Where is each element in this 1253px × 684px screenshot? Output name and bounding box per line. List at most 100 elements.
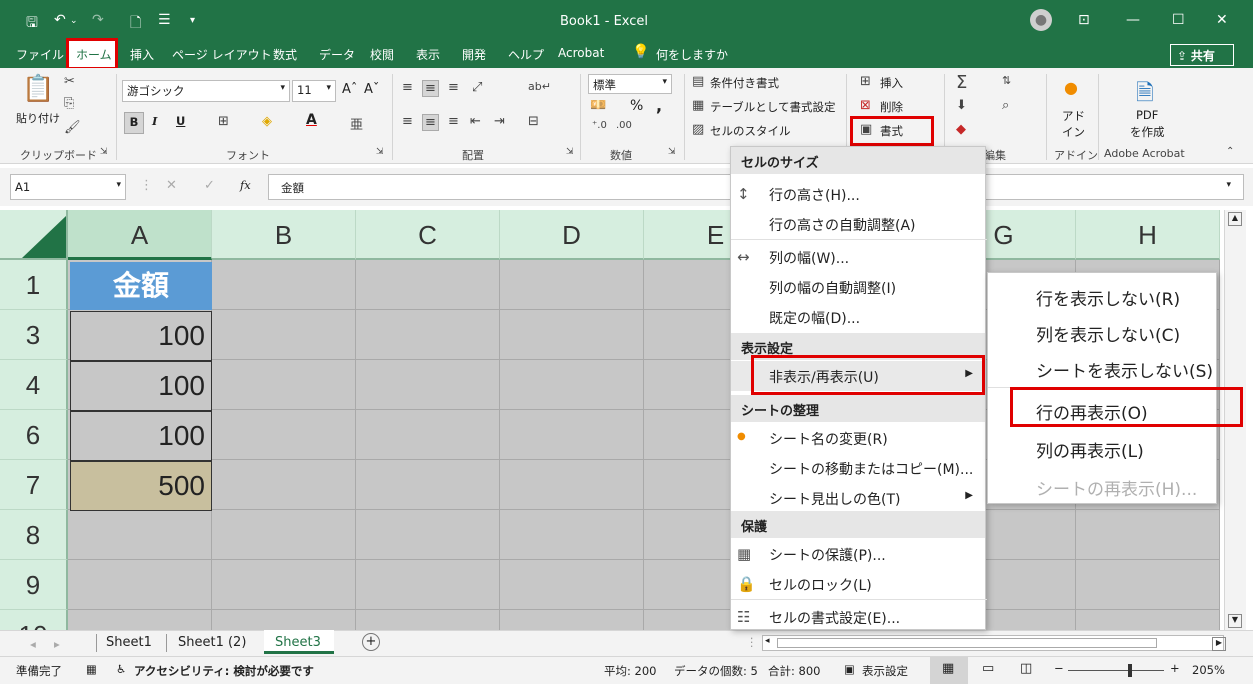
col-header-b[interactable]: B	[212, 210, 356, 260]
select-all-corner[interactable]	[0, 210, 68, 260]
scroll-up-icon[interactable]: ▲	[1228, 212, 1242, 226]
form-icon[interactable]: ☰	[158, 12, 171, 28]
number-launcher-icon[interactable]: ⇲	[668, 147, 676, 157]
clipboard-launcher-icon[interactable]: ⇲	[100, 147, 108, 157]
align-right-icon[interactable]: ≡	[448, 114, 459, 129]
tab-page-layout[interactable]: ページ レイアウト	[172, 46, 272, 63]
increase-indent-icon[interactable]: ⇥	[494, 114, 505, 129]
tab-insert[interactable]: 挿入	[130, 46, 154, 63]
cell-style-button[interactable]: セルのスタイル	[710, 123, 791, 139]
increase-font-icon[interactable]: Aˆ	[342, 82, 357, 97]
redo-icon[interactable]: ↷	[92, 12, 104, 28]
scroll-left-icon[interactable]: ◂	[765, 636, 770, 646]
align-bottom-icon[interactable]: ≡	[448, 80, 459, 95]
cell-a1[interactable]: 金額	[70, 262, 212, 310]
cell-a3[interactable]: 100	[70, 311, 212, 361]
addin-icon[interactable]: ●	[1064, 78, 1078, 97]
tell-me-search[interactable]: 何をしますか	[656, 46, 728, 63]
clear-icon[interactable]: ◆	[956, 122, 966, 137]
menu-unhide-cols[interactable]: 列の再表示(L)	[988, 429, 1216, 467]
increase-decimal-icon[interactable]: ⁺.0	[592, 120, 607, 131]
format-button[interactable]: 書式	[880, 123, 903, 139]
zoom-slider-thumb[interactable]	[1128, 664, 1132, 677]
menu-tab-color[interactable]: シート見出しの色(T) ▶	[731, 483, 985, 513]
merge-center-icon[interactable]: ⊟	[528, 114, 539, 129]
border-icon[interactable]: ⊞	[218, 114, 229, 129]
collapse-ribbon-icon[interactable]: ⌃	[1226, 146, 1234, 157]
find-icon[interactable]: ⌕	[1002, 98, 1009, 113]
fill-color-icon[interactable]: ◈	[262, 114, 272, 129]
tab-help[interactable]: ヘルプ	[508, 46, 544, 63]
insert-button[interactable]: 挿入	[880, 75, 903, 91]
fx-icon[interactable]: fx	[240, 178, 251, 192]
row-header-3[interactable]: 3	[0, 310, 68, 360]
menu-move-copy[interactable]: シートの移動またはコピー(M)...	[731, 453, 985, 483]
phonetic-icon[interactable]: 亜	[350, 114, 363, 133]
sheet-tab-2[interactable]: Sheet1 (2)	[178, 635, 246, 650]
font-color-button[interactable]: A	[306, 112, 317, 128]
tab-developer[interactable]: 開発	[462, 46, 486, 63]
menu-hide-rows[interactable]: 行を表示しない(R)	[988, 277, 1216, 315]
font-launcher-icon[interactable]: ⇲	[376, 147, 384, 157]
decrease-indent-icon[interactable]: ⇤	[470, 114, 481, 129]
col-header-h[interactable]: H	[1076, 210, 1220, 260]
share-button[interactable]: ⇪ 共有	[1170, 44, 1234, 66]
row-header-4[interactable]: 4	[0, 360, 68, 410]
align-middle-icon[interactable]: ≡	[422, 80, 439, 97]
name-box[interactable]: A1 ▾	[10, 174, 126, 200]
addin-label-2[interactable]: イン	[1062, 124, 1085, 140]
undo-dropdown-icon[interactable]: ⌄	[70, 16, 78, 26]
col-header-d[interactable]: D	[500, 210, 644, 260]
pdf-label-1[interactable]: PDF	[1136, 108, 1158, 122]
tab-formulas[interactable]: 数式	[273, 46, 297, 63]
zoom-in-icon[interactable]: +	[1170, 661, 1180, 675]
fill-icon[interactable]: ⬇	[956, 98, 967, 113]
macro-record-icon[interactable]: ▦	[86, 662, 97, 676]
cell-a7[interactable]: 500	[70, 461, 212, 511]
currency-icon[interactable]: 💴	[590, 98, 606, 113]
sheet-tab-3[interactable]: Sheet3	[275, 635, 321, 650]
scroll-down-icon[interactable]: ▼	[1228, 614, 1242, 628]
number-format-box[interactable]: 標準 ▾	[588, 74, 672, 94]
enter-icon[interactable]: ✓	[204, 178, 215, 193]
pdf-label-2[interactable]: を作成	[1130, 124, 1165, 140]
tab-acrobat[interactable]: Acrobat	[558, 46, 604, 60]
menu-hide-cols[interactable]: 列を表示しない(C)	[988, 313, 1216, 351]
align-center-icon[interactable]: ≡	[422, 114, 439, 131]
row-header-8[interactable]: 8	[0, 510, 68, 560]
row-header-9[interactable]: 9	[0, 560, 68, 610]
tab-home[interactable]: ホーム	[76, 46, 112, 63]
sheet-tab-1[interactable]: Sheet1	[106, 635, 152, 650]
customize-qat-icon[interactable]: ▾	[190, 15, 195, 26]
close-button[interactable]: ✕	[1216, 12, 1228, 28]
minimize-button[interactable]: —	[1126, 12, 1140, 28]
align-top-icon[interactable]: ≡	[402, 80, 413, 95]
menu-col-width[interactable]: ↔ 列の幅(W)...	[731, 242, 985, 272]
copy-icon[interactable]: ⎘	[64, 96, 74, 111]
menu-rename-sheet[interactable]: ● シート名の変更(R)	[731, 423, 985, 453]
row-header-6[interactable]: 6	[0, 410, 68, 460]
paste-icon[interactable]: 📋	[22, 74, 54, 104]
cell-a4[interactable]: 100	[70, 361, 212, 411]
zoom-level[interactable]: 205%	[1192, 663, 1225, 677]
prev-sheet-icon[interactable]: ◂	[30, 637, 36, 651]
display-settings-button[interactable]: 表示設定	[862, 663, 908, 679]
scroll-right-icon[interactable]: ▶	[1212, 637, 1226, 651]
normal-view-button[interactable]: ▦	[930, 657, 968, 684]
menu-col-autofit[interactable]: 列の幅の自動調整(I)	[731, 272, 985, 302]
zoom-slider[interactable]	[1068, 670, 1164, 671]
page-break-view-icon[interactable]: ◫	[1020, 661, 1032, 676]
font-name-box[interactable]: 游ゴシック ▾	[122, 80, 290, 102]
menu-default-width[interactable]: 既定の幅(D)...	[731, 302, 985, 332]
cell-a6[interactable]: 100	[70, 411, 212, 461]
next-sheet-icon[interactable]: ▸	[54, 637, 60, 651]
col-header-c[interactable]: C	[356, 210, 500, 260]
sort-filter-icon[interactable]: ⇅	[1002, 74, 1011, 87]
undo-icon[interactable]: ↶	[54, 12, 66, 28]
add-sheet-button[interactable]: +	[362, 633, 380, 651]
accessibility-status[interactable]: アクセシビリティ: 検討が必要です	[134, 663, 314, 679]
italic-button[interactable]: I	[152, 114, 157, 128]
menu-row-height[interactable]: ↕ 行の高さ(H)...	[731, 179, 985, 209]
menu-hide-sheet[interactable]: シートを表示しない(S)	[988, 349, 1216, 387]
delete-button[interactable]: 削除	[880, 99, 903, 115]
